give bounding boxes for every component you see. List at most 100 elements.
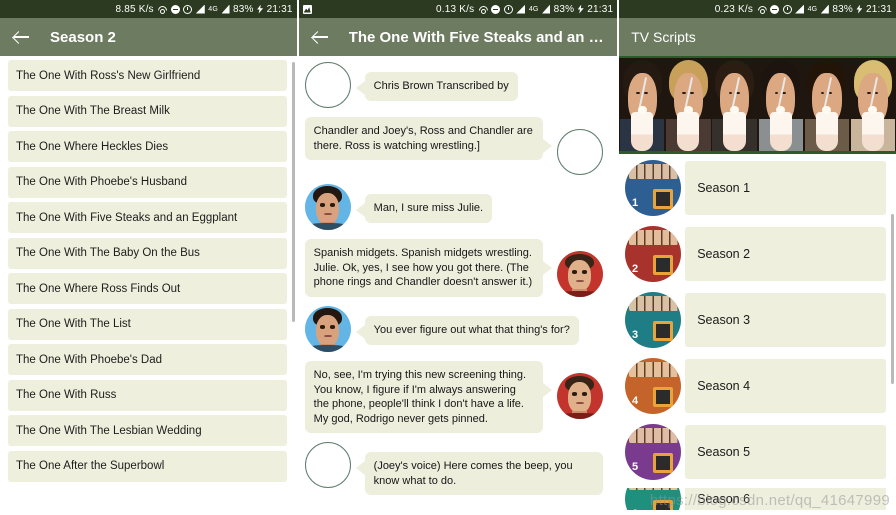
- alarm-icon: [183, 4, 193, 14]
- script-message-list[interactable]: Chris Brown Transcribed by Chandler and J…: [298, 56, 618, 515]
- episode-title: The One Where Ross Finds Out: [16, 282, 181, 295]
- episode-title: The One Where Heckles Dies: [16, 140, 169, 153]
- episode-title: The One With The Lesbian Wedding: [16, 424, 202, 437]
- bolt-icon: [577, 4, 584, 14]
- episode-list-item[interactable]: The One After the Superbowl: [8, 450, 287, 482]
- clock-label: 21:31: [587, 3, 614, 15]
- status-bar-2: 0.13 K/s 4G 83% 21:31: [298, 0, 618, 18]
- back-arrow-icon[interactable]: [10, 25, 34, 49]
- bolt-icon: [257, 4, 264, 14]
- season-list[interactable]: 1 Season 1 2 Season 2 3 Season 3 4 Season 4 5 Sea…: [619, 154, 896, 515]
- do-not-disturb-icon: [770, 4, 780, 14]
- message-text: No, see, I'm trying this new screening t…: [313, 369, 527, 425]
- message-bubble: Spanish midgets. Spanish midgets wrestli…: [304, 239, 552, 297]
- script-message: Spanish midgets. Spanish midgets wrestli…: [304, 239, 612, 297]
- season-label: Season 1: [685, 161, 886, 215]
- episode-title: The One With The Baby On the Bus: [16, 247, 200, 259]
- cast-icon: [478, 5, 488, 14]
- cast-member: [804, 58, 850, 151]
- avatar: [556, 373, 603, 419]
- message-text: Man, I sure miss Julie.: [373, 202, 484, 214]
- back-arrow-icon[interactable]: [309, 25, 333, 49]
- cast-member: [758, 58, 804, 151]
- episode-list-item[interactable]: The One Where Heckles Dies: [8, 131, 287, 162]
- three-panel-screenshot: 8.85 K/s 4G 83% 21:31 Season 2 The One W…: [0, 0, 896, 515]
- network-type-label: 4G: [208, 5, 219, 13]
- season-list-scrollbar[interactable]: [890, 214, 894, 384]
- season-disc-icon: 3: [625, 292, 682, 348]
- clock-label: 21:31: [865, 3, 892, 15]
- image-icon: [302, 4, 312, 14]
- message-text: Spanish midgets. Spanish midgets wrestli…: [313, 247, 533, 289]
- season-list-item[interactable]: 5 Season 5: [619, 422, 896, 482]
- episode-title: The One With The Breast Milk: [16, 105, 170, 117]
- message-bubble: Man, I sure miss Julie.: [355, 194, 493, 223]
- app-bar-1: Season 2: [0, 18, 297, 56]
- episode-list[interactable]: The One With Ross's New Girlfriend The On…: [0, 56, 297, 515]
- season-label: Season 3: [685, 293, 886, 347]
- season-disc-number: 6: [632, 508, 638, 510]
- season-disc-icon: 5: [625, 424, 682, 480]
- season-disc-number: 1: [631, 197, 639, 210]
- episode-list-item[interactable]: The One With Ross's New Girlfriend: [8, 60, 287, 91]
- avatar: [304, 306, 351, 352]
- panel-seasons: 0.23 K/s 4G 83% 21:31 TV Scripts 1 Season…: [619, 0, 896, 515]
- app-bar-3: TV Scripts: [619, 18, 896, 56]
- message-text: Chris Brown Transcribed by: [373, 80, 509, 92]
- episode-title: The One After the Superbowl: [16, 460, 165, 472]
- alarm-icon: [503, 4, 513, 14]
- episode-list-item[interactable]: The One With Phoebe's Dad: [8, 344, 287, 375]
- avatar: [556, 251, 603, 297]
- avatar: [556, 129, 603, 175]
- season-list-item[interactable]: 4 Season 4: [619, 356, 896, 416]
- season-label: Season 4: [685, 359, 886, 413]
- season-title: Season 2: [697, 247, 751, 261]
- message-bubble: Chris Brown Transcribed by: [355, 72, 518, 101]
- episode-title: The One With Russ: [16, 389, 117, 401]
- signal-secondary-icon: [221, 4, 230, 14]
- episode-title: The One With The List: [16, 318, 131, 330]
- cast-icon: [757, 5, 767, 14]
- episode-list-item[interactable]: The One With The Baby On the Bus: [8, 237, 287, 269]
- season-disc-icon: 2: [625, 226, 682, 282]
- season-disc-number: 4: [631, 395, 639, 408]
- season-disc-icon: 4: [625, 358, 682, 414]
- season-list-item[interactable]: 1 Season 1: [619, 158, 896, 218]
- avatar-face: [304, 306, 351, 352]
- battery-label: 83%: [233, 3, 254, 15]
- season-label: Season 2: [685, 227, 886, 281]
- script-message: No, see, I'm trying this new screening t…: [304, 361, 612, 434]
- episode-list-item[interactable]: The One With The Lesbian Wedding: [8, 415, 287, 446]
- message-bubble: No, see, I'm trying this new screening t…: [304, 361, 552, 434]
- network-type-label: 4G: [807, 5, 818, 13]
- network-type-label: 4G: [528, 5, 539, 13]
- episode-list-item[interactable]: The One Where Ross Finds Out: [8, 273, 287, 304]
- signal-secondary-icon: [542, 4, 551, 14]
- episode-list-item[interactable]: The One With Phoebe's Husband: [8, 166, 287, 198]
- season-label: Season 5: [685, 425, 886, 479]
- message-bubble: Chandler and Joey's, Ross and Chandler a…: [304, 117, 552, 161]
- episode-title: The One With Five Steaks and an Eggplant: [16, 211, 238, 224]
- season-title: Season 3: [697, 313, 751, 327]
- season-disc-number: 2: [631, 263, 639, 276]
- do-not-disturb-icon: [170, 4, 180, 14]
- message-bubble: (Joey's voice) Here comes the beep, you …: [355, 452, 603, 496]
- signal-secondary-icon: [820, 4, 829, 14]
- panel-episodes: 8.85 K/s 4G 83% 21:31 Season 2 The One W…: [0, 0, 297, 515]
- episode-list-item[interactable]: The One With Five Steaks and an Eggplant: [8, 202, 287, 233]
- script-message: Man, I sure miss Julie.: [304, 184, 612, 230]
- episode-list-scrollbar[interactable]: [291, 62, 295, 322]
- episode-list-item[interactable]: The One With The List: [8, 308, 287, 340]
- watermark-label: https://blog.csdn.net/qq_41647999: [649, 492, 890, 509]
- app-title: TV Scripts: [631, 29, 696, 45]
- script-message: You ever figure out what that thing's fo…: [304, 306, 612, 352]
- avatar: [304, 62, 351, 108]
- do-not-disturb-icon: [491, 4, 501, 14]
- episode-list-item[interactable]: The One With The Breast Milk: [8, 95, 287, 127]
- episode-list-item[interactable]: The One With Russ: [8, 379, 287, 411]
- battery-label: 83%: [553, 3, 575, 15]
- season-list-item[interactable]: 2 Season 2: [619, 224, 896, 284]
- network-speed-label: 0.23 K/s: [714, 3, 754, 15]
- status-bar-3: 0.23 K/s 4G 83% 21:31: [619, 0, 896, 18]
- season-list-item[interactable]: 3 Season 3: [619, 290, 896, 350]
